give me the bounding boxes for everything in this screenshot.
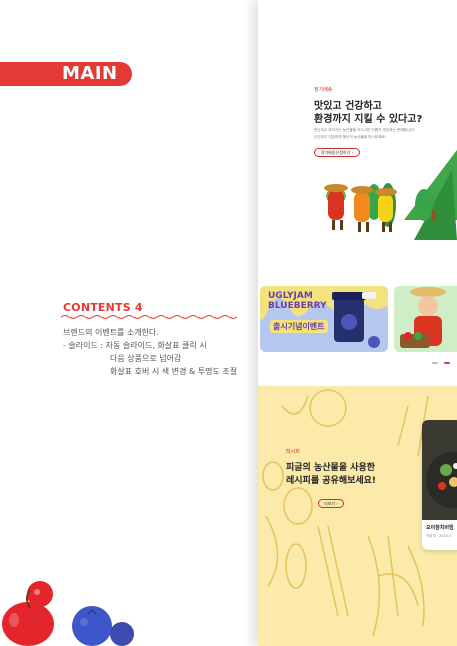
event-card-blueberry[interactable]: UGLYJAM BLUEBERRY 출시기념이벤트: [260, 286, 388, 352]
website-preview: 정기배송 맛있고 건강하고 환경까지 지킬 수 있다고? 못난이고 하자가는 농…: [258, 0, 457, 646]
slider-dot[interactable]: [432, 362, 438, 364]
veggie-characters-illustration: [324, 150, 457, 240]
wave-underline: [61, 315, 237, 319]
recipe-label: 레시피: [286, 449, 300, 455]
event-card-farmer[interactable]: [394, 286, 457, 352]
recipe-title-line-2: 레시피를 공유해보세요!: [286, 476, 377, 486]
contents-line-3: 다음 상품으로 넘어감: [110, 354, 182, 363]
hero-body-line-2: 신선하고 건강하게 못난이 농산물을 만나보세요!: [314, 135, 387, 139]
main-section-tag: MAIN: [0, 62, 132, 86]
recipe-section: 레시피 피글의 농산물을 사용한 레시피를 공유해보세요! 더보기 › 오이참치…: [258, 386, 457, 646]
recipe-more-button[interactable]: 더보기 ›: [318, 499, 344, 508]
event-card-brand: UGLYJAM BLUEBERRY: [268, 291, 327, 311]
recipe-card-meta: 작성자 · 2024.0: [426, 534, 452, 538]
contents-line-1: 브랜드의 이벤트를 소개한다.: [63, 328, 159, 337]
event-card-badge: 출시기념이벤트: [270, 320, 328, 333]
slider-dot-active[interactable]: [444, 362, 450, 364]
contents-line-4: 화살표 호버 시 색 변경 & 투명도 조절: [110, 367, 238, 376]
recipe-card[interactable]: 오이참치비빔 작성자 · 2024.0: [422, 420, 457, 550]
recipe-title-line-1: 피글의 농산물을 사용한: [286, 463, 376, 473]
contents-title: CONTENTS 4: [63, 301, 143, 314]
event-card-brand-line-1: UGLYJAM: [268, 291, 313, 301]
blueberry-illustration: [72, 606, 134, 646]
hero-body-line-1: 못난이고 하자가는 농산물을 모으고만 다릅지 맛있게는 판매합니다!: [314, 128, 415, 132]
event-card-brand-line-2: BLUEBERRY: [268, 301, 327, 311]
recipe-photo: [422, 420, 457, 520]
farmer-illustration: [394, 286, 457, 352]
recipe-more-label: 더보기: [324, 501, 336, 506]
recipe-card-title: 오이참치비빔: [426, 525, 454, 531]
apple-illustration: [2, 581, 54, 646]
hero-label: 정기배송: [314, 87, 333, 93]
hero-title-line-2: 환경까지 지킬 수 있다고?: [314, 114, 423, 125]
presentation-panel: MAIN CONTENTS 4 브랜드의 이벤트를 소개한다. - 슬라이드 :…: [0, 0, 258, 646]
contents-line-2: - 슬라이드 : 자동 슬라이드, 화살표 클릭 시: [63, 341, 207, 350]
